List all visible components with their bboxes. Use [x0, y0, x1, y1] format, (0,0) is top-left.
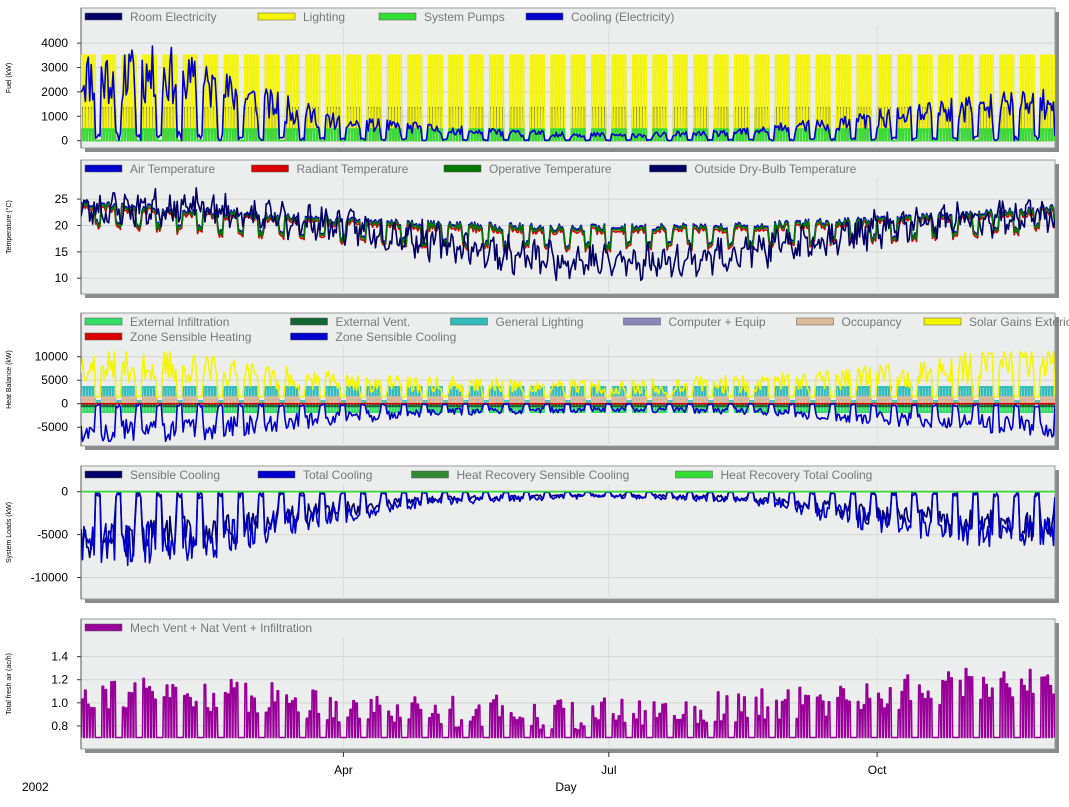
legend-label: Sensible Cooling [130, 468, 220, 482]
legend-label: Air Temperature [130, 162, 215, 176]
panel-fresh-air: 0.8 1.0 1.2 1.4 Total fresh air (ac/h) Mech V… [6, 618, 1059, 753]
x-ticks: Apr Jul Oct [334, 752, 887, 777]
legend-label: Zone Sensible Cooling [336, 330, 457, 344]
x-axis-label: Day [555, 780, 576, 794]
y-tick-label: 1.4 [51, 650, 68, 664]
y-tick-label: 0 [61, 397, 68, 411]
legend-swatch [623, 317, 661, 326]
legend-swatch [257, 470, 296, 479]
legend-swatch [675, 470, 713, 479]
y-tick-label: 10000 [35, 350, 69, 364]
legend-swatch [923, 317, 962, 326]
y-tick-label: 15 [55, 245, 69, 259]
legend-swatch [443, 164, 482, 173]
legend-label: External Infiltration [130, 315, 229, 329]
legend-swatch [84, 12, 123, 21]
panel-temperature: 10 15 20 25 Temperature (°C) Air Temperature R… [5, 159, 1059, 298]
legend-label: General Lighting [496, 315, 584, 329]
legend-label: Heat Recovery Sensible Cooling [457, 468, 630, 482]
x-tick-label: Apr [334, 763, 353, 777]
legend-label: External Vent. [336, 315, 411, 329]
legend-label: Occupancy [842, 315, 902, 329]
y-tick-label: 20 [55, 218, 69, 232]
y-tick-label: 0 [61, 134, 68, 148]
y-tick-label: 4000 [41, 36, 68, 50]
y-tick-label: 2000 [41, 85, 68, 99]
legend-label: System Pumps [424, 10, 505, 24]
panel-background [80, 465, 1056, 600]
y-tick-label: -10000 [31, 571, 69, 585]
legend-label: Zone Sensible Heating [130, 330, 251, 344]
x-tick-label: Oct [868, 763, 887, 777]
legend-label: Operative Temperature [489, 162, 612, 176]
legend-swatch [450, 317, 488, 326]
y-tick-label: 0 [61, 485, 68, 499]
legend-swatch [84, 623, 123, 632]
y-tick-label: 1000 [41, 109, 68, 123]
y-axis-label: System Loads (kW) [6, 502, 13, 563]
legend-label: Heat Recovery Total Cooling [721, 468, 873, 482]
panel-fuel: 0 1000 2000 3000 4000 Fuel (kW) Room Electrici… [6, 7, 1059, 152]
y-tick-label: -5000 [37, 528, 68, 542]
x-tick-label: Jul [601, 763, 616, 777]
y-tick-label: 5000 [41, 373, 68, 387]
legend-swatch [84, 332, 123, 341]
legend-swatch [411, 470, 449, 479]
legend-label: Lighting [303, 10, 345, 24]
legend-swatch [290, 317, 328, 326]
legend-label: Outside Dry-Bulb Temperature [695, 162, 857, 176]
chart-svg: 01000200030004000Fuel (kW)Room Electrici… [5, 7, 1069, 794]
legend-swatch [796, 317, 834, 326]
legend-swatch [525, 12, 564, 21]
legend-label: Cooling (Electricity) [571, 10, 674, 24]
legend-swatch [251, 164, 289, 173]
legend-swatch [378, 12, 417, 21]
y-tick-label: 1.2 [51, 673, 68, 687]
y-axis-label: Heat Balance (kW) [6, 350, 13, 409]
y-tick-label: 1.0 [51, 696, 68, 710]
legend-swatch [257, 12, 296, 21]
legend-label: Total Cooling [303, 468, 372, 482]
legend-swatch [290, 332, 328, 341]
legend-label: Radiant Temperature [297, 162, 409, 176]
panel-heat-balance: -5000 0 5000 10000 Heat Balance (kW) External… [6, 312, 1069, 450]
y-axis-label: Total fresh air (ac/h) [6, 653, 13, 715]
panels-layer: 01000200030004000Fuel (kW)Room Electrici… [5, 7, 1069, 753]
legend-label: Room Electricity [130, 10, 217, 24]
y-tick-label: 0.8 [51, 719, 68, 733]
year-label: 2002 [22, 780, 49, 794]
chart-root: 0 1000 2000 3000 4000 Fuel (kW) Room Electrici… [0, 0, 1069, 802]
y-tick-label: 3000 [41, 60, 68, 74]
legend-label: Mech Vent + Nat Vent + Infiltration [130, 621, 312, 635]
y-axis-label: Temperature (°C) [5, 200, 13, 254]
legend-label: Solar Gains Exterior Windows [969, 315, 1069, 329]
legend-label: Computer + Equip [669, 315, 766, 329]
y-tick-label: 10 [55, 271, 69, 285]
panel-system-loads: -10000 -5000 0 System Loads (kW) Sensible Co… [6, 465, 1059, 603]
legend-swatch [649, 164, 687, 173]
y-tick-label: 25 [55, 192, 69, 206]
legend-swatch [84, 317, 123, 326]
y-axis-label: Fuel (kW) [6, 63, 13, 93]
legend-swatch [84, 164, 123, 173]
panel-background [80, 159, 1056, 295]
y-tick-label: -5000 [37, 420, 68, 434]
legend-swatch [84, 470, 123, 479]
